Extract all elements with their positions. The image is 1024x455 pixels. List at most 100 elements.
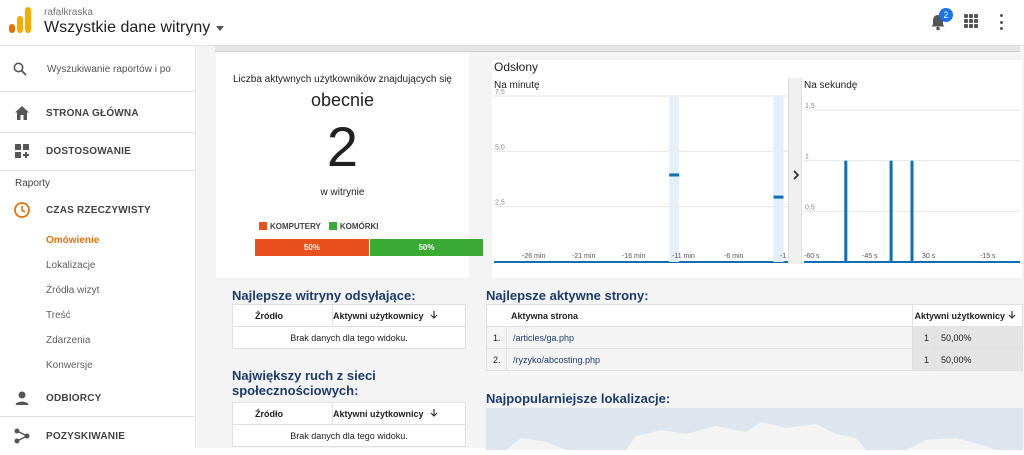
col-active-page[interactable]: Aktywna strona [486,304,913,327]
panel-expand-button[interactable] [788,78,802,264]
social-title-line1: Największy ruch z sieci [232,368,376,383]
pageviews-title: Odsłony [494,60,539,74]
sidebar-subitem-conversions[interactable]: Konwersje [46,360,93,371]
divider [0,170,196,171]
per-minute-panel: Na minutę 7,5 5,0 2,5 -26 min -21 min -16 min… [492,78,788,264]
table-row: 1. /articles/ga.php 1 50,00% [486,326,1023,349]
chevron-right-icon [793,170,800,180]
sidebar-item-label: ODBIORCY [46,392,102,404]
y-tick-label: 2,5 [495,200,505,207]
reports-section-label: Raporty [15,178,51,189]
sidebar-item-audience[interactable]: ODBIORCY [0,380,196,416]
per-minute-chart: 7,5 5,0 2,5 -26 min -21 min -16 min -11 min -6 … [494,89,788,263]
acquisition-icon [14,428,30,444]
divider [0,416,196,417]
active-users-now: obecnie [310,90,375,110]
search-input[interactable] [47,61,177,77]
analytics-logo-icon[interactable] [9,7,31,33]
clock-icon [14,202,30,218]
col-source[interactable]: Źródło [232,304,333,327]
page-link[interactable]: /articles/ga.php [506,326,913,349]
bar-cap [669,173,680,177]
users-count: 1 [912,348,935,371]
active-users-title: Liczba aktywnych użytkowników znajdujący… [233,74,452,85]
sidebar-subitem-overview[interactable]: Omówienie [46,235,99,246]
page-link[interactable]: /ryzyko/abcosting.php [506,348,913,371]
x-tick-label: -6 min [724,253,744,260]
x-tick-label: -11 min [672,253,695,260]
chevron-down-icon [216,25,225,31]
x-tick-label: 30 s [922,253,936,260]
x-tick-label: -15 s [980,253,996,260]
sidebar-item-label: STRONA GŁÓWNA [46,107,139,119]
sort-down-icon [430,310,437,319]
sidebar-subitem-content[interactable]: Treść [46,310,71,321]
bar[interactable] [910,160,914,262]
home-icon [15,106,29,120]
col-source[interactable]: Źródło [232,402,333,425]
bar-highlight [669,96,680,262]
sidebar-item-realtime[interactable]: CZAS RZECZYWISTY [0,192,196,228]
sidebar-item-label: POZYSKIWANIE [46,430,126,442]
y-tick-label: 5,0 [495,144,505,151]
legend-mobile: KOMÓRKI [328,222,379,231]
sidebar-search [0,46,196,92]
table-row: 2. /ryzyko/abcosting.php 1 50,00% [486,348,1023,371]
sidebar-item-label: DOSTOSOWANIE [46,145,132,157]
no-data-message: Brak danych dla tego widoku. [232,424,466,447]
apps-grid-icon[interactable] [964,14,978,28]
bar-highlight [773,96,784,262]
property-selector[interactable]: Wszystkie dane witryny [44,19,225,37]
users-percent: 50,00% [934,326,1023,349]
x-tick-label: -1 [780,253,786,260]
col-active-users[interactable]: Aktywni użytkownicy [332,402,466,425]
device-split-bar: 50% 50% [255,239,483,256]
sidebar-item-customization[interactable]: DOSTOSOWANIE [0,133,196,169]
legend-swatch-mobile [328,222,337,230]
search-icon [13,62,27,76]
active-users-subtitle: w witrynie [320,187,365,198]
col-active-users[interactable]: Aktywni użytkownicy [912,304,1023,327]
sidebar-subitem-traffic-sources[interactable]: Źródła wizyt [46,285,99,296]
x-tick-label: -21 min [572,253,595,260]
sidebar-subitem-locations[interactable]: Lokalizacje [46,260,95,271]
top-pages-title: Najlepsze aktywne strony: [486,288,649,303]
referrals-table: Źródło Aktywni użytkownicy Brak danych d… [232,304,466,349]
users-count: 1 [912,326,935,349]
row-index: 1. [486,326,507,349]
property-name: Wszystkie dane witryny [44,19,211,36]
map-landmass [506,422,996,450]
desktop-share-bar: 50% [255,239,369,256]
x-tick-label: -45 s [862,253,878,260]
sidebar-item-acquisition[interactable]: POZYSKIWANIE [0,418,196,454]
top-bar: rafalkraska Wszystkie dane witryny 2 [0,0,1024,46]
users-percent: 50,00% [934,348,1023,371]
sort-down-icon [1008,310,1016,319]
account-name: rafalkraska [44,7,93,18]
per-second-panel: Na sekundę 1,5 1 0,5 -60 s -45 s 30 s -15 s [802,78,1022,264]
legend-swatch-desktop [259,222,267,230]
mobile-share-bar: 50% [369,239,483,256]
sort-down-icon [430,408,437,417]
bar[interactable] [844,160,848,262]
bar-cap [773,195,784,199]
dashboard-add-icon [15,144,29,158]
locations-title: Najpopularniejsze lokalizacje: [486,391,671,406]
device-legend: KOMPUTERY KOMÓRKI [259,222,379,231]
x-tick-label: -60 s [804,253,820,260]
sidebar-subitem-events[interactable]: Zdarzenia [46,335,90,346]
col-active-users[interactable]: Aktywni użytkownicy [332,304,466,327]
y-tick-label: 1 [805,154,809,161]
per-second-chart: 1,5 1 0,5 -60 s -45 s 30 s -15 s [804,103,1020,263]
row-index: 2. [486,348,507,371]
more-options-icon[interactable] [1000,14,1004,30]
notification-badge: 2 [939,8,953,22]
pageviews-card: Odsłony Na minutę 7,5 5,0 2,5 -26 min -21 mi… [492,60,1022,278]
social-title: Największy ruch z sieci społecznościowyc… [232,368,376,398]
y-tick-label: 7,5 [495,89,505,96]
sidebar-item-home[interactable]: STRONA GŁÓWNA [0,95,196,131]
bar[interactable] [889,160,893,262]
y-tick-label: 0,5 [805,204,815,211]
y-tick-label: 1,5 [805,103,815,110]
locations-map[interactable] [486,408,1023,450]
